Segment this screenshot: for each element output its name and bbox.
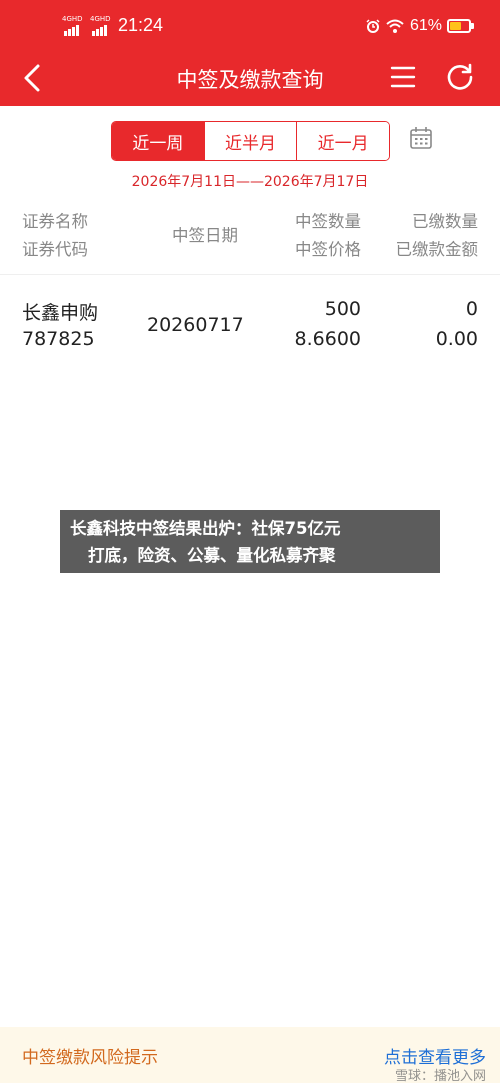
cell-paid-amount: 0.00 xyxy=(435,328,478,350)
header-name: 证券名称 xyxy=(22,212,88,231)
table-header: 证券名称 证券代码 中签日期 中签数量 中签价格 已缴数量 已缴款金额 xyxy=(0,196,500,275)
signal-icon: 4GHD xyxy=(90,16,116,36)
alarm-icon xyxy=(366,19,380,33)
refresh-icon[interactable] xyxy=(446,62,474,90)
header-paid-qty: 已缴数量 xyxy=(412,212,478,231)
tab-half-month[interactable]: 近半月 xyxy=(203,122,297,160)
battery-tip xyxy=(471,23,474,29)
period-tabs: 近一周 近半月 近一月 xyxy=(111,121,390,161)
sim2-label: 4GHD xyxy=(90,15,111,23)
sim1-label: 4GHD xyxy=(62,15,83,23)
header-qty: 中签数量 xyxy=(295,212,361,231)
tab-one-week[interactable]: 近一周 xyxy=(112,122,204,160)
status-time: 21:24 xyxy=(118,15,164,35)
signal-icon: 4GHD xyxy=(62,16,88,36)
table-row[interactable]: 长鑫申购 787825 20260717 500 8.6600 0 0.00 xyxy=(0,274,500,366)
banner-line-2: 打底，险资、公募、量化私募齐聚 xyxy=(88,546,336,565)
battery-fill xyxy=(450,22,461,30)
top-bar: 4GHD 4GHD 21:24 61% 中签及缴款查询 xyxy=(0,0,500,106)
footer-bar: 中签缴款风险提示 点击查看更多 雪球：播池入网 xyxy=(0,1027,500,1084)
cell-paid-qty: 0 xyxy=(465,298,478,320)
cell-code: 787825 xyxy=(22,328,95,350)
header-paid-amount: 已缴款金额 xyxy=(395,240,479,259)
watermark: 雪球：播池入网 xyxy=(394,1069,486,1084)
header-date: 中签日期 xyxy=(172,226,238,245)
risk-notice-label: 中签缴款风险提示 xyxy=(22,1048,158,1068)
battery-icon xyxy=(447,19,471,33)
cell-name: 长鑫申购 xyxy=(22,302,99,324)
menu-icon[interactable] xyxy=(390,64,416,90)
page-title: 中签及缴款查询 xyxy=(176,68,324,92)
nav-bar: 中签及缴款查询 xyxy=(0,52,500,106)
cell-price: 8.6600 xyxy=(294,328,361,350)
date-range: 2026年7月11日——2026年7月17日 xyxy=(131,174,369,190)
calendar-icon[interactable] xyxy=(409,126,433,150)
cell-qty: 500 xyxy=(324,298,361,320)
news-banner: 长鑫科技中签结果出炉：社保75亿元 打底，险资、公募、量化私募齐聚 xyxy=(60,510,440,573)
banner-line-1: 长鑫科技中签结果出炉：社保75亿元 xyxy=(70,519,341,538)
tab-one-month[interactable]: 近一月 xyxy=(296,122,389,160)
wifi-icon xyxy=(386,19,404,33)
status-bar: 4GHD 4GHD 21:24 61% xyxy=(0,0,500,52)
header-price: 中签价格 xyxy=(295,240,361,259)
battery-percent: 61% xyxy=(410,17,443,34)
cell-date: 20260717 xyxy=(147,314,244,336)
header-code: 证券代码 xyxy=(22,240,88,259)
